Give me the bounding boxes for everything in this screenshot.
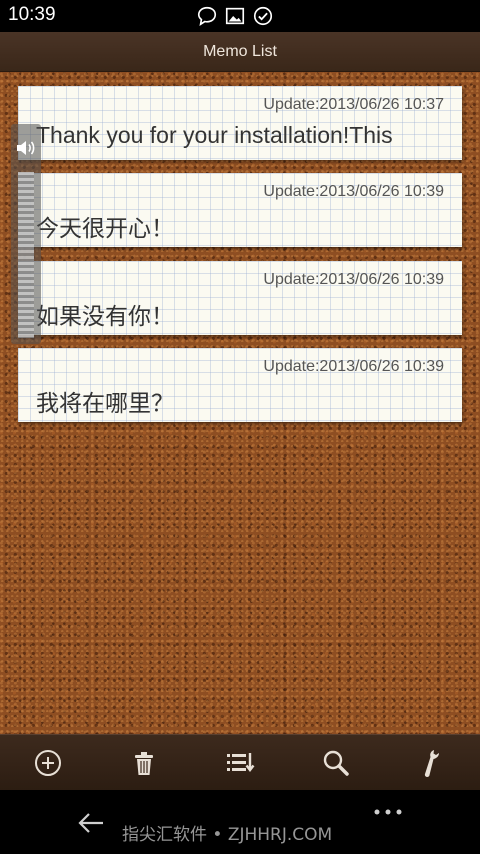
add-memo-button[interactable] [30,745,66,781]
memo-card[interactable]: Update:2013/06/26 10:39 今天很开心！ [18,173,462,247]
speaker-icon [17,141,35,155]
status-bar: 10:39 [0,0,480,32]
memo-date: Update:2013/06/26 10:39 [263,271,444,288]
search-button[interactable] [318,745,354,781]
page-title: Memo List [203,43,277,60]
memo-date: Update:2013/06/26 10:37 [263,96,444,113]
status-time: 10:39 [8,4,56,25]
add-icon [35,750,61,776]
search-icon [323,750,349,776]
memo-date: Update:2013/06/26 10:39 [263,358,444,375]
memo-text: 我将在哪里？ [36,390,174,416]
bottom-toolbar [0,734,480,790]
navigation-bar: 指尖汇软件 • ZJHHRJ.COM [0,790,480,854]
notification-icons [196,5,274,27]
title-bar: Memo List [0,32,480,72]
delete-button[interactable] [126,745,162,781]
memo-card[interactable]: Update:2013/06/26 10:39 如果没有你！ [18,261,462,335]
memo-date: Update:2013/06/26 10:39 [263,183,444,200]
memo-card[interactable]: Update:2013/06/26 10:37 Thank you for yo… [18,86,462,160]
volume-slider[interactable] [18,172,34,338]
trash-icon [135,752,153,775]
settings-button[interactable] [414,745,450,781]
back-arrow-icon[interactable] [76,808,106,838]
volume-overlay[interactable] [11,124,41,344]
more-dots-icon[interactable] [372,806,404,818]
sort-button[interactable] [222,745,258,781]
sort-list-icon [227,753,255,772]
watermark-text: 指尖汇软件 • ZJHHRJ.COM [122,825,333,845]
memo-text: 今天很开心！ [36,215,174,241]
image-icon [225,7,245,25]
wrench-icon [424,750,439,777]
memo-text: Thank you for your installation!This [36,122,393,148]
memo-card[interactable]: Update:2013/06/26 10:39 我将在哪里？ [18,348,462,422]
chat-icon [197,6,217,26]
check-circle-icon [253,6,273,26]
memo-text: 如果没有你！ [36,303,174,329]
